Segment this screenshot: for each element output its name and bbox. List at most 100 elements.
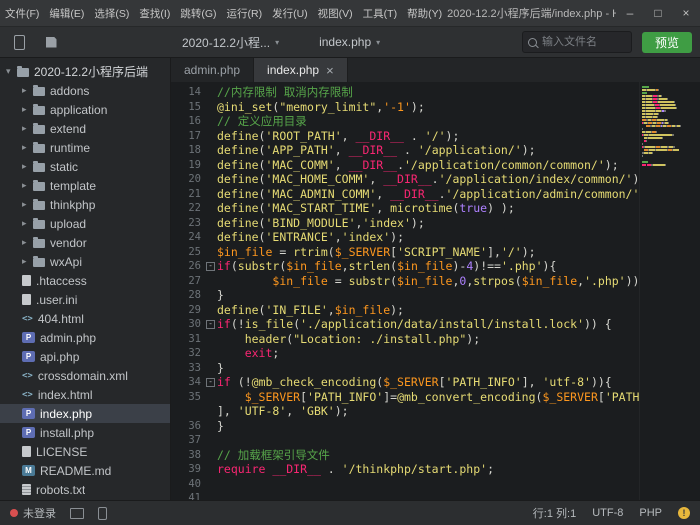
code-line[interactable]: 41	[171, 491, 639, 500]
chevron-right-icon[interactable]: ▸	[22, 161, 33, 172]
code-line[interactable]: 34-if (!@mb_check_encoding($_SERVER['PAT…	[171, 375, 639, 390]
device-run-button[interactable]	[8, 32, 30, 52]
language-indicator[interactable]: PHP	[639, 507, 662, 519]
code-line[interactable]: 29define('IN_FILE',$in_file);	[171, 303, 639, 318]
search-input[interactable]	[540, 35, 631, 49]
code-line[interactable]: 39require __DIR__ . '/thinkphp/start.php…	[171, 462, 639, 477]
fold-gutter	[204, 303, 217, 318]
tree-item-addons[interactable]: ▸addons	[0, 81, 170, 100]
code-area[interactable]: 14//内存限制 取消内存限制15@ini_set("memory_limit"…	[171, 82, 639, 500]
minimize-button[interactable]: –	[616, 0, 644, 26]
chevron-right-icon[interactable]: ▸	[22, 218, 33, 229]
chevron-right-icon[interactable]: ▸	[22, 180, 33, 191]
code-line[interactable]: 33}	[171, 361, 639, 376]
chevron-down-icon[interactable]: ▾	[6, 66, 17, 77]
tab-index-php[interactable]: index.php×	[254, 58, 348, 82]
chevron-right-icon[interactable]: ▸	[22, 256, 33, 267]
file-search[interactable]	[522, 31, 632, 53]
console-icon[interactable]	[70, 508, 84, 519]
code-line[interactable]: 16// 定义应用目录	[171, 114, 639, 129]
notification-icon[interactable]: !	[678, 507, 690, 519]
tree-item-application[interactable]: ▸application	[0, 100, 170, 119]
fold-toggle[interactable]: -	[204, 375, 217, 390]
menu-file[interactable]: 文件(F)	[0, 0, 44, 26]
code-line[interactable]: ], 'UTF-8', 'GBK');	[171, 404, 639, 419]
menu-help[interactable]: 帮助(Y)	[402, 0, 447, 26]
tree-item-upload[interactable]: ▸upload	[0, 214, 170, 233]
minimap[interactable]	[639, 82, 700, 500]
tree-item-crossdomain-xml[interactable]: <>crossdomain.xml	[0, 366, 170, 385]
encoding-indicator[interactable]: UTF-8	[592, 507, 623, 519]
fold-toggle[interactable]: -	[204, 317, 217, 332]
tree-item-template[interactable]: ▸template	[0, 176, 170, 195]
cursor-position[interactable]: 行:1 列:1	[533, 505, 576, 521]
tree-item-license[interactable]: LICENSE	[0, 442, 170, 461]
code-line[interactable]: 15@ini_set("memory_limit",'-1');	[171, 100, 639, 115]
menu-view[interactable]: 视图(V)	[313, 0, 358, 26]
close-icon[interactable]: ×	[326, 64, 334, 77]
tree-item-wxapi[interactable]: ▸wxApi	[0, 252, 170, 271]
phone-icon[interactable]	[98, 507, 107, 520]
tree-item-extend[interactable]: ▸extend	[0, 119, 170, 138]
editor[interactable]: 14//内存限制 取消内存限制15@ini_set("memory_limit"…	[171, 82, 700, 500]
code-line[interactable]: 24define('ENTRANCE','index');	[171, 230, 639, 245]
menu-edit[interactable]: 编辑(E)	[44, 0, 89, 26]
save-button[interactable]	[40, 32, 62, 52]
code-line[interactable]: 37	[171, 433, 639, 448]
tree-item-static[interactable]: ▸static	[0, 157, 170, 176]
code-line[interactable]: 31 header("Location: ./install.php");	[171, 332, 639, 347]
menu-run[interactable]: 运行(R)	[222, 0, 268, 26]
menu-tools[interactable]: 工具(T)	[358, 0, 402, 26]
tree-item-api-php[interactable]: Papi.php	[0, 347, 170, 366]
tree-item-2020-12-2[interactable]: ▾2020-12.2小程序后端	[0, 62, 170, 81]
code-line[interactable]: 25$in_file = rtrim($_SERVER['SCRIPT_NAME…	[171, 245, 639, 260]
tree-item-install-php[interactable]: Pinstall.php	[0, 423, 170, 442]
chevron-right-icon[interactable]: ▸	[22, 237, 33, 248]
chevron-right-icon[interactable]: ▸	[22, 123, 33, 134]
tab-admin-php[interactable]: admin.php	[171, 58, 254, 82]
tree-item-runtime[interactable]: ▸runtime	[0, 138, 170, 157]
chevron-right-icon[interactable]: ▸	[22, 142, 33, 153]
code-line[interactable]: 14//内存限制 取消内存限制	[171, 85, 639, 100]
code-line[interactable]: 28}	[171, 288, 639, 303]
code-line[interactable]: 17define('ROOT_PATH', __DIR__ . '/');	[171, 129, 639, 144]
code-line[interactable]: 26-if(substr($in_file,strlen($in_file)-4…	[171, 259, 639, 274]
tree-item-admin-php[interactable]: Padmin.php	[0, 328, 170, 347]
code-line[interactable]: 23define('BIND_MODULE','index');	[171, 216, 639, 231]
project-selector[interactable]: 2020-12.2小程... ▾	[182, 34, 279, 51]
tree-item-index-html[interactable]: <>index.html	[0, 385, 170, 404]
code-line[interactable]: 35 $_SERVER['PATH_INFO']=@mb_convert_enc…	[171, 390, 639, 405]
tree-item-404-html[interactable]: <>404.html	[0, 309, 170, 328]
tree-item-readme-md[interactable]: MREADME.md	[0, 461, 170, 480]
code-line[interactable]: 27 $in_file = substr($in_file,0,strpos($…	[171, 274, 639, 289]
preview-button[interactable]: 预览	[642, 32, 692, 53]
code-line[interactable]: 22define('MAC_START_TIME', microtime(tru…	[171, 201, 639, 216]
tree-item-robots-txt[interactable]: robots.txt	[0, 480, 170, 499]
code-line[interactable]: 38// 加载框架引导文件	[171, 448, 639, 463]
fold-toggle[interactable]: -	[204, 259, 217, 274]
code-line[interactable]: 19define('MAC_COMM', __DIR__.'/applicati…	[171, 158, 639, 173]
close-button[interactable]: ×	[672, 0, 700, 26]
maximize-button[interactable]: □	[644, 0, 672, 26]
chevron-right-icon[interactable]: ▸	[22, 85, 33, 96]
tree-item-thinkphp[interactable]: ▸thinkphp	[0, 195, 170, 214]
file-selector[interactable]: index.php ▾	[319, 35, 380, 49]
code-line[interactable]: 32 exit;	[171, 346, 639, 361]
menu-select[interactable]: 选择(S)	[89, 0, 134, 26]
tree-item-htaccess[interactable]: .htaccess	[0, 271, 170, 290]
code-line[interactable]: 30-if(!is_file('./application/data/insta…	[171, 317, 639, 332]
code-line[interactable]: 18define('APP_PATH', __DIR__ . '/applica…	[171, 143, 639, 158]
login-status[interactable]: 未登录	[10, 505, 56, 521]
menu-publish[interactable]: 发行(U)	[267, 0, 313, 26]
code-line[interactable]: 40	[171, 477, 639, 492]
tree-item-index-php[interactable]: Pindex.php	[0, 404, 170, 423]
code-line[interactable]: 21define('MAC_ADMIN_COMM', __DIR__.'/app…	[171, 187, 639, 202]
chevron-right-icon[interactable]: ▸	[22, 104, 33, 115]
chevron-right-icon[interactable]: ▸	[22, 199, 33, 210]
code-line[interactable]: 36}	[171, 419, 639, 434]
tree-item-vendor[interactable]: ▸vendor	[0, 233, 170, 252]
code-line[interactable]: 20define('MAC_HOME_COMM', __DIR__.'/appl…	[171, 172, 639, 187]
menu-find[interactable]: 查找(I)	[134, 0, 175, 26]
tree-item-user-ini[interactable]: .user.ini	[0, 290, 170, 309]
menu-goto[interactable]: 跳转(G)	[175, 0, 221, 26]
